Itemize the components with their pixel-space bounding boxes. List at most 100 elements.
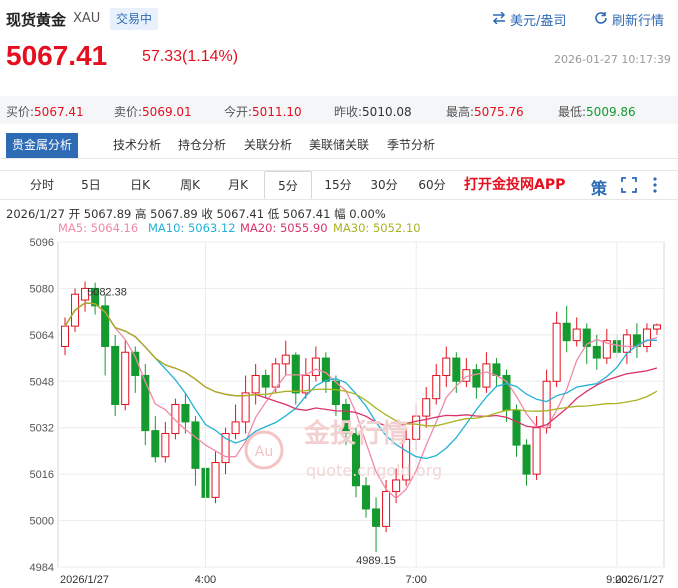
currency-unit-switch-button[interactable]: 美元/盎司 xyxy=(492,10,566,29)
min-price-label: 4989.15 xyxy=(356,555,396,567)
x-tick-label: 2026/1/27 xyxy=(60,574,109,586)
candle-body xyxy=(181,404,190,423)
max-price-label: 5082.38 xyxy=(87,287,127,299)
y-tick-label: 5048 xyxy=(30,376,54,388)
y-tick-label: 5000 xyxy=(30,516,54,528)
ma30-line xyxy=(64,302,658,427)
page-title: 现货黄金 xyxy=(6,11,67,29)
tab-period-timeshare[interactable]: 分时 xyxy=(24,171,60,199)
candle-body xyxy=(482,363,491,388)
candle-body xyxy=(452,357,461,382)
candle-body xyxy=(372,508,381,527)
stat-low: 最低:5009.86 xyxy=(558,105,636,119)
open-app-link[interactable]: 打开金投网APP xyxy=(464,171,565,199)
refresh-icon xyxy=(594,11,608,29)
tab-period-5min[interactable]: 5分 xyxy=(264,171,312,199)
candle-body xyxy=(642,328,651,347)
refresh-label: 刷新行情 xyxy=(612,14,665,29)
candle-body xyxy=(492,363,501,376)
candle-body xyxy=(542,380,551,429)
candle-body xyxy=(161,433,170,458)
tab-fed-correlation[interactable]: 美联储关联 xyxy=(303,133,375,158)
currency-unit-label: 美元/盎司 xyxy=(510,14,567,29)
candle-body xyxy=(121,351,130,406)
candle-body xyxy=(592,345,601,359)
tab-period-week-k[interactable]: 周K xyxy=(172,171,208,199)
svg-text:Au: Au xyxy=(255,444,273,460)
candlestick-chart[interactable]: 5096 5080 5064 5048 5032 5016 5000 4984 2026/1/2… xyxy=(0,232,678,588)
y-tick-label: 5016 xyxy=(30,469,54,481)
stat-prev-close: 昨收:5010.08 xyxy=(334,105,412,119)
y-tick-label: 5080 xyxy=(30,283,54,295)
stat-high: 最高:5075.76 xyxy=(446,105,524,119)
x-tick-label: 2026/1/27 xyxy=(615,574,664,586)
x-tick-label: 4:00 xyxy=(195,574,216,586)
header: 现货黄金 XAU 交易中 美元/盎司 刷新行情 xyxy=(0,0,678,36)
quote-stats-bar: 买价:5067.41 卖价:5069.01 今开:5011.10 昨收:5010… xyxy=(0,96,678,124)
current-price: 5067.41 xyxy=(6,40,108,71)
fullscreen-icon[interactable] xyxy=(621,177,637,197)
ma20-line xyxy=(64,302,658,429)
candle-body xyxy=(281,354,290,365)
candle-body xyxy=(652,324,661,330)
candle-body xyxy=(522,444,531,475)
candle-body xyxy=(321,357,330,382)
tab-position-analysis[interactable]: 持仓分析 xyxy=(172,133,232,158)
quote-timestamp: 2026-01-27 10:17:39 xyxy=(554,53,671,66)
strategy-icon[interactable]: 策 xyxy=(591,175,607,199)
stat-open: 今开:5011.10 xyxy=(224,105,302,119)
svg-text:金投行情: 金投行情 xyxy=(303,418,408,449)
candle-body xyxy=(622,334,631,353)
y-tick-label: 5096 xyxy=(30,237,54,249)
candle-body xyxy=(532,427,541,475)
refresh-button[interactable]: 刷新行情 xyxy=(594,10,664,29)
candle-body xyxy=(151,430,160,458)
ohlc-info: 2026/1/27 开 5067.89 高 5067.89 收 5067.41 … xyxy=(6,207,386,221)
swap-icon xyxy=(492,10,506,28)
tab-period-30min[interactable]: 30分 xyxy=(364,171,404,199)
candle-body xyxy=(211,462,220,498)
candle-body xyxy=(382,491,391,527)
x-tick-label: 7:00 xyxy=(405,574,426,586)
candle-body xyxy=(472,369,481,388)
candle-body xyxy=(572,328,581,342)
candle-body xyxy=(271,363,280,388)
candle-body xyxy=(111,345,120,405)
stat-sell: 卖价:5069.01 xyxy=(114,105,192,119)
candle-body xyxy=(261,374,270,388)
candle-body xyxy=(61,325,70,347)
y-tick-label: 5064 xyxy=(30,330,54,342)
tab-period-60min[interactable]: 60分 xyxy=(412,171,452,199)
symbol-code: XAU xyxy=(73,11,101,26)
tab-correlation-analysis[interactable]: 关联分析 xyxy=(238,133,298,158)
tab-period-5day[interactable]: 5日 xyxy=(74,171,108,199)
tab-period-month-k[interactable]: 月K xyxy=(220,171,256,199)
candle-body xyxy=(562,322,571,342)
period-tabs: 分时 5日 日K 周K 月K 5分 15分 30分 60分 打开金投网APP 策 xyxy=(0,170,678,200)
candle-body xyxy=(442,357,451,376)
candle-body xyxy=(191,421,200,469)
analysis-tabs: 贵金属分析 技术分析 持仓分析 关联分析 美联储关联 季节分析 xyxy=(0,133,678,159)
candle-body xyxy=(251,374,260,394)
candle-body xyxy=(141,374,150,432)
trading-status-badge: 交易中 xyxy=(110,8,159,30)
more-options-icon[interactable] xyxy=(651,176,659,198)
tab-period-15min[interactable]: 15分 xyxy=(318,171,358,199)
tab-precious-metal-analysis[interactable]: 贵金属分析 xyxy=(6,133,79,158)
stat-buy: 买价:5067.41 xyxy=(6,105,84,119)
candle-body xyxy=(311,357,320,376)
candle-body xyxy=(231,421,240,435)
candle-body xyxy=(512,409,521,446)
svg-text:quote.cngold.org: quote.cngold.org xyxy=(306,461,442,480)
tab-period-day-k[interactable]: 日K xyxy=(122,171,158,199)
candle-body xyxy=(552,322,561,382)
y-tick-label: 4984 xyxy=(30,562,54,574)
y-tick-label: 5032 xyxy=(30,423,54,435)
price-change: 57.33(1.14%) xyxy=(142,48,239,65)
tab-technical-analysis[interactable]: 技术分析 xyxy=(107,133,167,158)
candle-body xyxy=(291,354,300,394)
watermark: Au 金投行情 quote.cngold.org xyxy=(244,412,474,496)
tab-seasonal-analysis[interactable]: 季节分析 xyxy=(381,133,441,158)
candle-body xyxy=(432,374,441,400)
candle-body xyxy=(171,404,180,435)
